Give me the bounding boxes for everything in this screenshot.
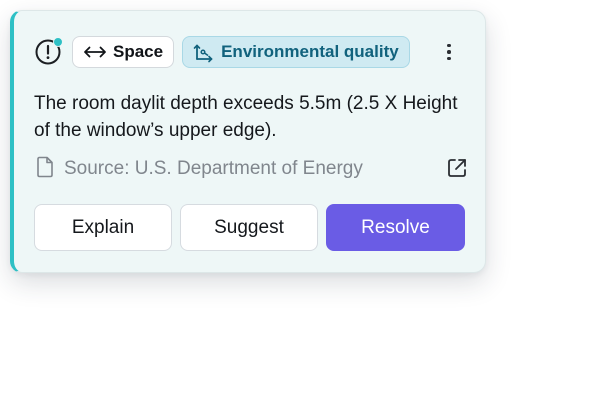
suggest-button[interactable]: Suggest (180, 204, 318, 251)
issue-card: Space Environmental quality The room day… (10, 10, 486, 273)
space-tag[interactable]: Space (72, 36, 175, 68)
issue-description: The room daylit depth exceeds 5.5m (2.5 … (34, 93, 458, 141)
resolve-button[interactable]: Resolve (326, 204, 465, 251)
document-icon (36, 156, 54, 183)
axes-flow-icon (193, 41, 215, 63)
action-buttons: Explain Suggest Resolve (34, 204, 465, 251)
source-row: Source: U.S. Department of Energy (36, 156, 468, 182)
canvas: Space Environmental quality The room day… (0, 0, 612, 401)
external-link-icon[interactable] (446, 157, 468, 184)
horizontal-arrows-icon (83, 45, 107, 59)
more-options-button[interactable] (440, 41, 458, 63)
alert-circle-icon (34, 37, 63, 66)
source-text: Source: U.S. Department of Energy (64, 158, 363, 179)
card-header: Space Environmental quality (34, 34, 410, 70)
category-tag[interactable]: Environmental quality (182, 36, 410, 68)
space-tag-label: Space (113, 42, 164, 61)
status-dot (53, 37, 63, 47)
category-tag-label: Environmental quality (221, 42, 399, 61)
more-vertical-icon (447, 43, 451, 48)
explain-button[interactable]: Explain (34, 204, 172, 251)
